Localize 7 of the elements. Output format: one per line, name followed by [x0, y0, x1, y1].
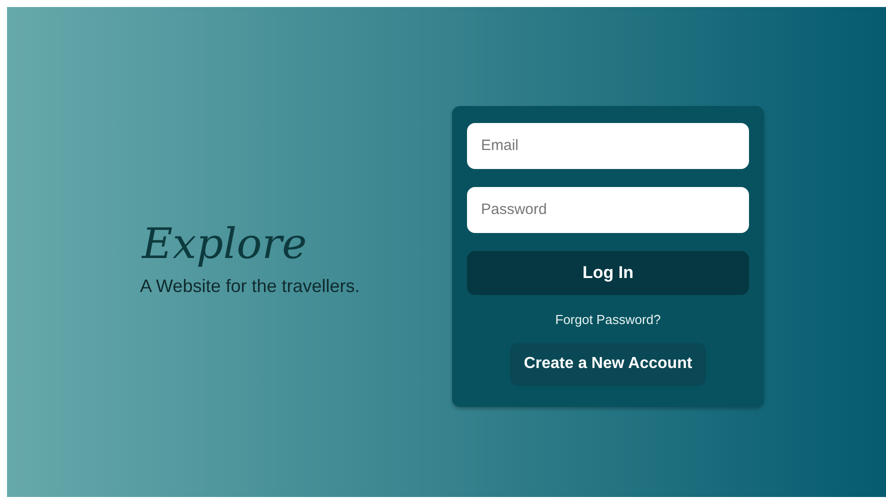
tagline: A Website for the travellers.	[140, 276, 361, 297]
password-field[interactable]: Password	[467, 186, 749, 232]
create-account-button[interactable]: Create a New Account	[510, 342, 706, 386]
login-button[interactable]: Log In	[467, 250, 749, 294]
forgot-password-link[interactable]: Forgot Password?	[555, 312, 661, 326]
brand-title: Explore	[142, 219, 308, 268]
email-field[interactable]: Email	[467, 122, 749, 168]
